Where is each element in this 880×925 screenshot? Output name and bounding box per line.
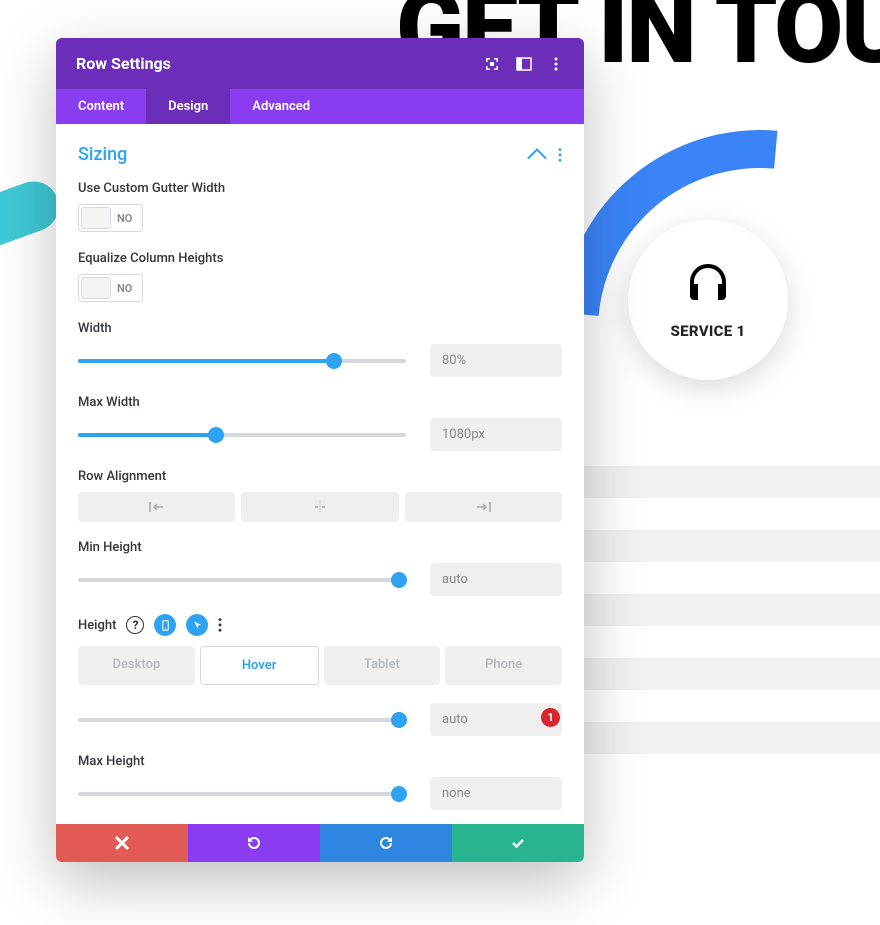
more-vertical-icon[interactable] [548, 56, 564, 72]
toggle-no-text: NO [111, 212, 140, 225]
section-more-icon[interactable] [558, 147, 562, 163]
toggle-handle [81, 277, 111, 299]
device-tab-tablet[interactable]: Tablet [324, 646, 441, 685]
min-height-label: Min Height [78, 540, 562, 555]
chevron-up-icon[interactable] [527, 148, 547, 168]
help-icon[interactable]: ? [126, 616, 144, 634]
modal-tabs: Content Design Advanced [56, 89, 584, 124]
tab-content[interactable]: Content [56, 89, 146, 124]
min-height-slider[interactable] [78, 578, 406, 582]
modal-footer [56, 824, 584, 862]
max-height-value[interactable]: none [430, 777, 562, 810]
modal-header: Row Settings [56, 38, 584, 89]
headphones-icon [684, 260, 732, 308]
height-value[interactable]: auto 1 [430, 703, 562, 736]
min-height-value[interactable]: auto [430, 563, 562, 596]
service-label: SERVICE 1 [671, 322, 746, 340]
panel-icon[interactable] [516, 56, 532, 72]
max-height-label: Max Height [78, 754, 562, 769]
align-right-button[interactable] [405, 492, 562, 522]
equalize-toggle[interactable]: NO [78, 274, 143, 302]
toggle-handle [81, 207, 111, 229]
height-more-icon[interactable] [218, 617, 222, 633]
equalize-label: Equalize Column Heights [78, 251, 562, 266]
save-button[interactable] [452, 824, 584, 862]
modal-title: Row Settings [76, 54, 171, 73]
undo-button[interactable] [188, 824, 320, 862]
device-tab-phone[interactable]: Phone [445, 646, 562, 685]
max-width-value[interactable]: 1080px [430, 418, 562, 451]
device-tab-desktop[interactable]: Desktop [78, 646, 195, 685]
align-left-button[interactable] [78, 492, 235, 522]
max-height-slider[interactable] [78, 792, 406, 796]
width-slider[interactable] [78, 359, 406, 363]
expand-icon[interactable] [484, 56, 500, 72]
tab-design[interactable]: Design [146, 89, 230, 124]
align-center-button[interactable] [241, 492, 398, 522]
hover-icon[interactable] [186, 614, 208, 636]
row-alignment-label: Row Alignment [78, 469, 562, 484]
responsive-icon[interactable] [154, 614, 176, 636]
section-title-sizing[interactable]: Sizing [78, 144, 127, 165]
toggle-no-text: NO [111, 282, 140, 295]
device-tab-hover[interactable]: Hover [200, 646, 319, 685]
service-card[interactable]: SERVICE 1 [628, 220, 788, 380]
max-width-label: Max Width [78, 395, 562, 410]
tab-advanced[interactable]: Advanced [230, 89, 332, 124]
height-label: Height [78, 618, 116, 633]
width-value[interactable]: 80% [430, 344, 562, 377]
cancel-button[interactable] [56, 824, 188, 862]
height-slider[interactable] [78, 718, 406, 722]
row-settings-modal: Row Settings Content Design Advanced Siz… [56, 38, 584, 862]
gutter-label: Use Custom Gutter Width [78, 181, 562, 196]
max-width-slider[interactable] [78, 433, 406, 437]
redo-button[interactable] [320, 824, 452, 862]
gutter-toggle[interactable]: NO [78, 204, 143, 232]
width-label: Width [78, 321, 562, 336]
badge-count[interactable]: 1 [541, 708, 560, 727]
